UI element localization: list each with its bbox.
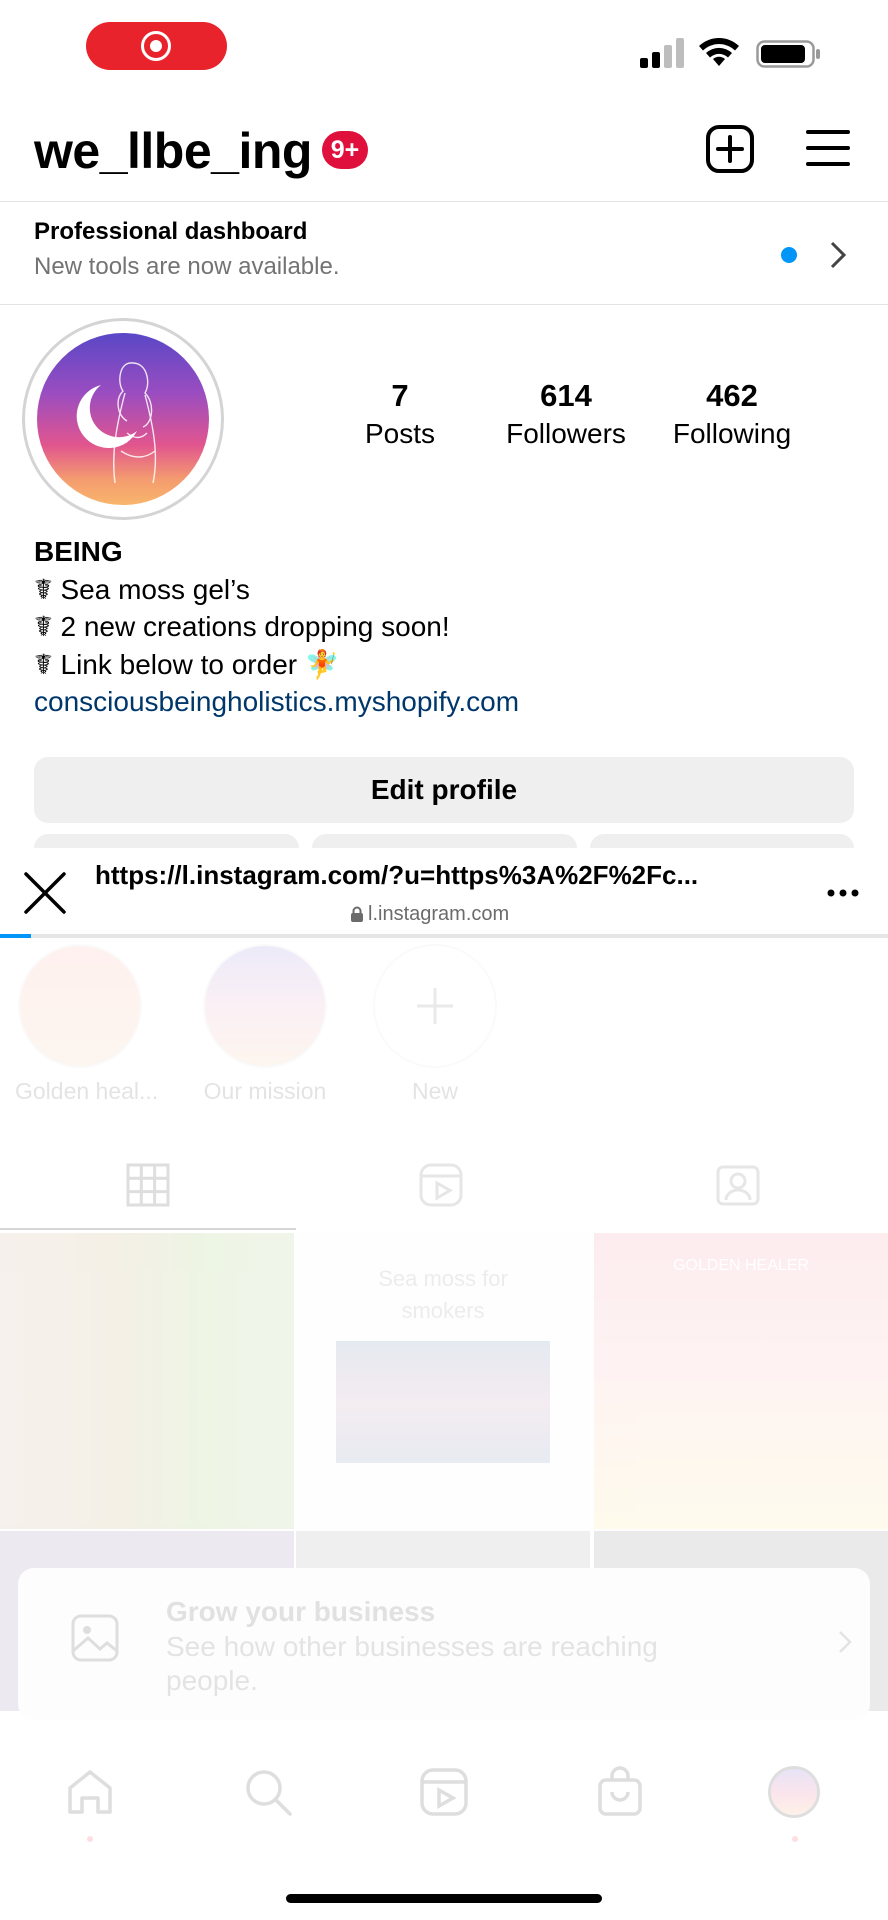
status-bar — [0, 0, 888, 100]
cellular-signal-icon — [640, 38, 684, 68]
profile-bio: BEING ☤ Sea moss gel’s ☤ 2 new creations… — [34, 533, 854, 721]
secondary-button — [590, 834, 854, 848]
home-indicator[interactable] — [286, 1894, 602, 1903]
notification-badge[interactable]: 9+ — [322, 131, 368, 169]
browser-domain: l.instagram.com — [368, 903, 510, 925]
secondary-button — [312, 834, 577, 848]
dashboard-subtitle: New tools are now available. — [34, 253, 340, 280]
more-options-icon[interactable] — [826, 886, 860, 900]
loading-overlay[interactable]: Golden heal... Our mission New — [0, 938, 888, 1920]
bio-line: ☤ Link below to order 🧚 — [34, 648, 340, 680]
avatar-image — [37, 333, 209, 505]
moon-figure-illustration — [76, 362, 157, 484]
secondary-button — [34, 834, 299, 848]
following-count[interactable]: 462 Following — [660, 378, 804, 450]
profile-header: we_llbe_ing 9+ — [0, 100, 888, 200]
posts-label: Posts — [364, 418, 436, 449]
edit-profile-button[interactable]: Edit profile — [34, 757, 854, 823]
hamburger-menu-icon[interactable] — [806, 128, 850, 168]
posts-number: 7 — [391, 378, 409, 413]
new-indicator-dot — [781, 247, 797, 263]
divider — [0, 304, 888, 305]
record-dot — [150, 40, 162, 52]
screen-recording-indicator[interactable] — [86, 22, 227, 70]
plus-square-icon[interactable] — [705, 124, 755, 174]
bio-website-link[interactable]: consciousbeingholistics.myshopify.com — [34, 683, 854, 721]
lock-icon — [351, 906, 363, 922]
battery-icon — [756, 40, 820, 68]
posts-count[interactable]: 7 Posts — [340, 378, 460, 450]
browser-url[interactable]: https://l.instagram.com/?u=https%3A%2F%2… — [95, 860, 795, 891]
browser-domain-row: l.instagram.com — [350, 903, 509, 926]
profile-avatar[interactable] — [22, 318, 224, 520]
loading-veil — [0, 938, 888, 1920]
account-username[interactable]: we_llbe_ing — [34, 122, 312, 180]
dashboard-title: Professional dashboard — [34, 218, 308, 245]
wifi-icon — [699, 38, 739, 66]
chevron-right-icon — [830, 241, 847, 269]
followers-count[interactable]: 614 Followers — [495, 378, 637, 450]
followers-number: 614 — [540, 378, 592, 413]
following-label: Following — [672, 418, 792, 449]
following-number: 462 — [706, 378, 758, 413]
professional-dashboard-row[interactable]: Professional dashboard New tools are now… — [0, 202, 888, 304]
bio-line: ☤ 2 new creations dropping soon! — [34, 611, 450, 642]
followers-label: Followers — [506, 418, 626, 449]
bio-line: ☤ Sea moss gel’s — [34, 573, 250, 605]
in-app-browser-bar: https://l.instagram.com/?u=https%3A%2F%2… — [0, 848, 888, 936]
close-icon[interactable] — [22, 870, 68, 916]
profile-name: BEING — [34, 536, 123, 567]
